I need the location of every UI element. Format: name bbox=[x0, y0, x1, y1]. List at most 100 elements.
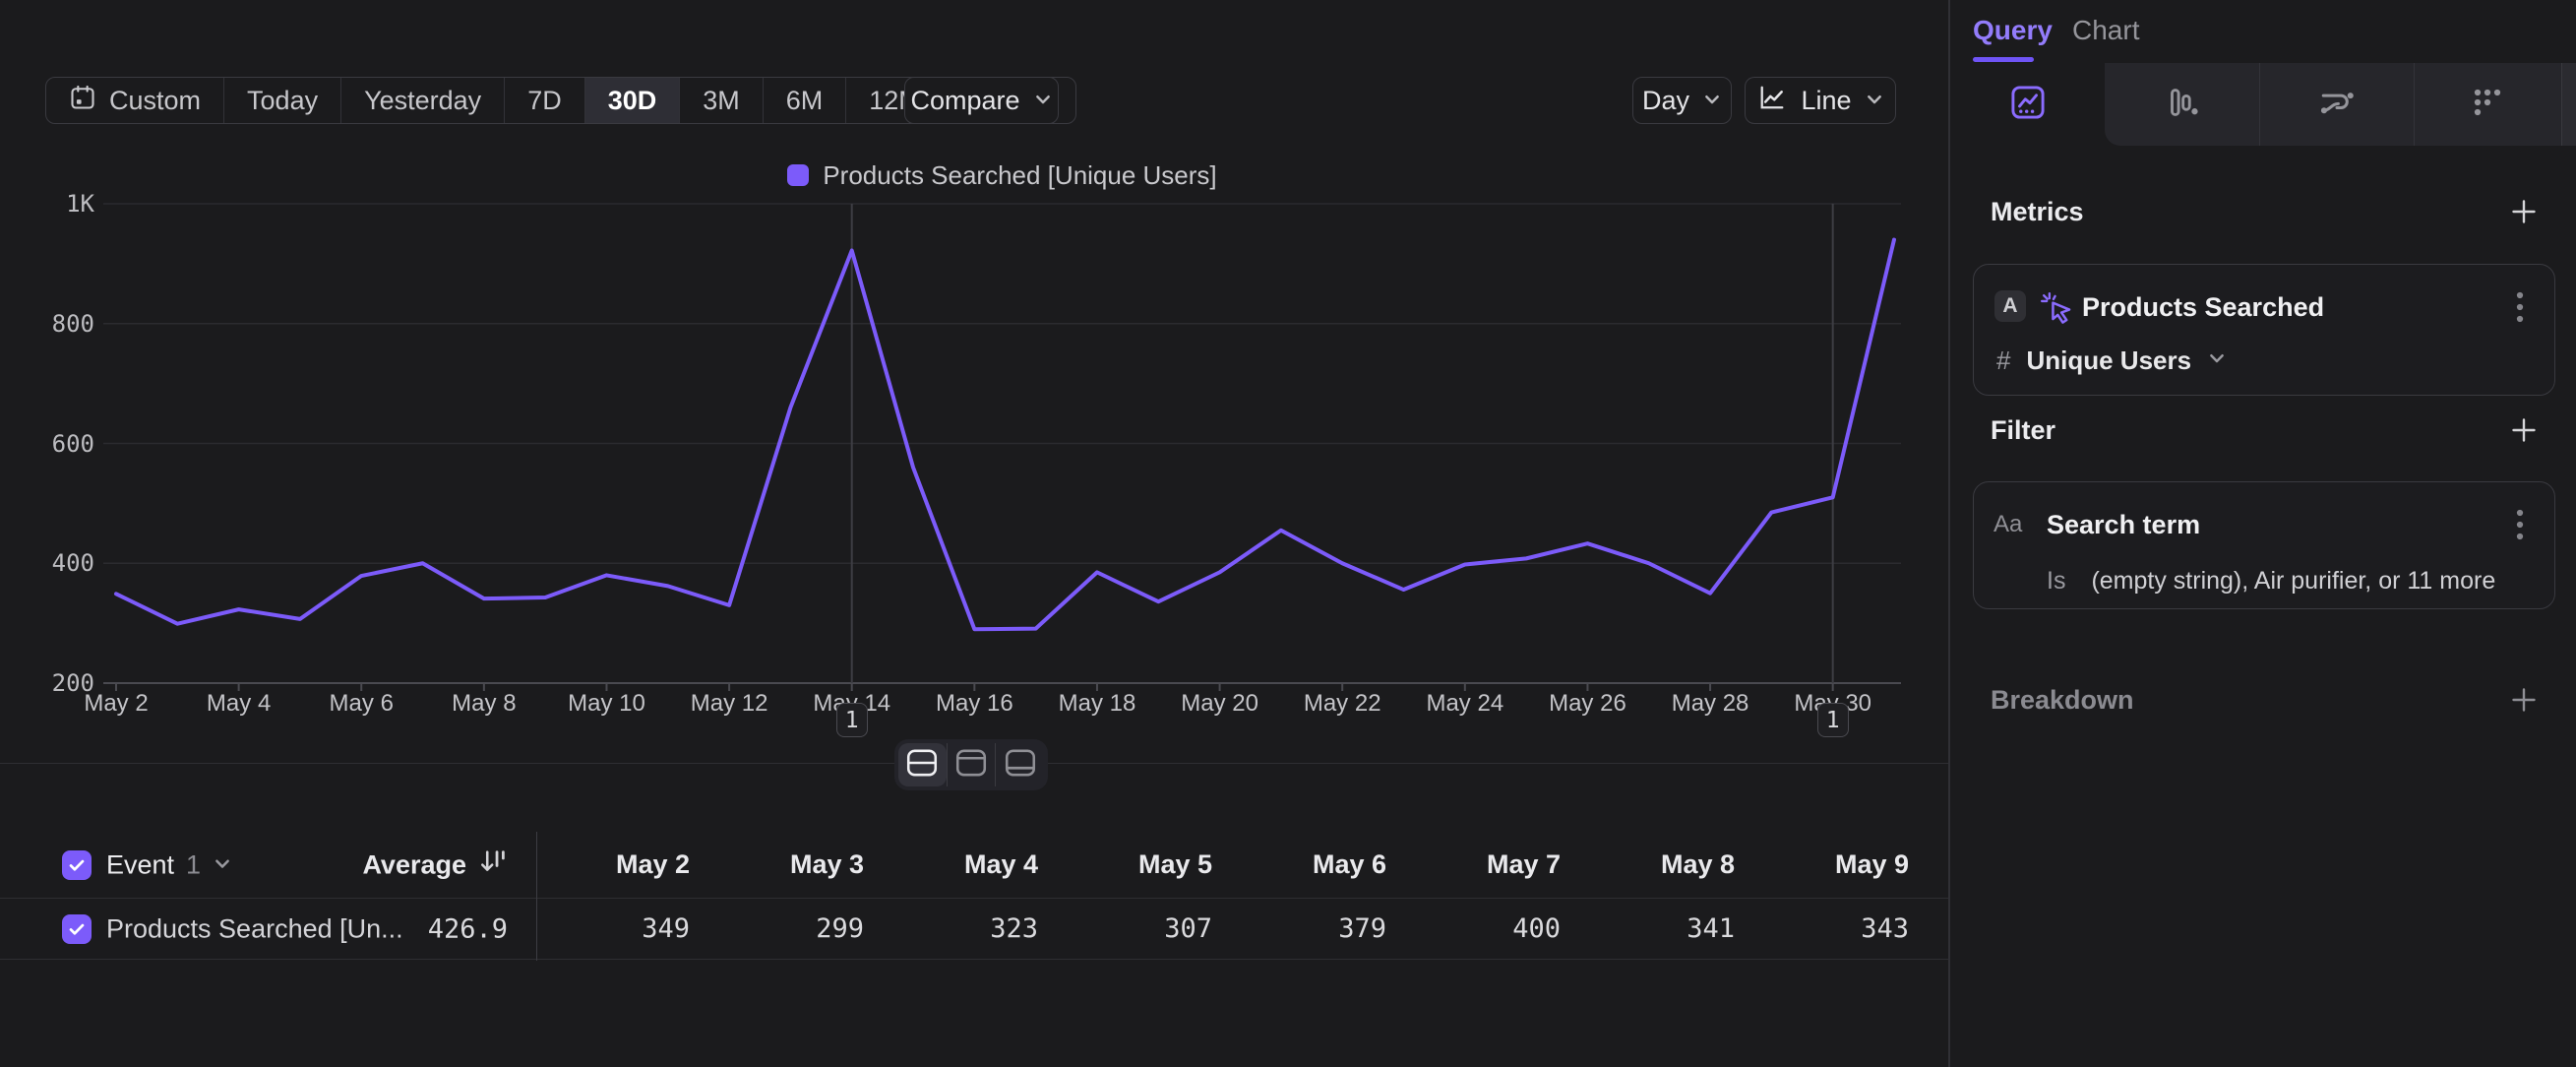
y-axis-tick-label: 400 bbox=[0, 549, 94, 577]
x-axis-tick-label: May 18 bbox=[1059, 690, 1136, 718]
range-yesterday[interactable]: Yesterday bbox=[341, 78, 505, 123]
chart-type-button[interactable]: Line bbox=[1745, 77, 1896, 124]
table-only-view-button[interactable] bbox=[995, 743, 1044, 786]
x-axis-tick-label: May 8 bbox=[452, 690, 516, 718]
kebab-menu-icon[interactable] bbox=[2505, 290, 2535, 324]
date-column-header[interactable]: May 9 bbox=[1735, 849, 1909, 880]
compare-button[interactable]: Compare bbox=[904, 77, 1059, 124]
annotation-badge[interactable]: 1 bbox=[1817, 703, 1849, 737]
date-column-header[interactable]: May 2 bbox=[516, 849, 690, 880]
annotation-badge[interactable]: 1 bbox=[836, 703, 868, 737]
select-all-checkbox[interactable] bbox=[62, 850, 92, 880]
x-axis-tick-label: May 2 bbox=[84, 690, 148, 718]
range-3m[interactable]: 3M bbox=[680, 78, 764, 123]
flows-icon bbox=[2315, 81, 2359, 129]
average-column-divider bbox=[536, 832, 537, 961]
cell-value: 400 bbox=[1386, 913, 1561, 944]
string-type-badge: Aa bbox=[1993, 511, 2022, 538]
metric-letter-badge: A bbox=[1994, 290, 2026, 322]
x-axis-tick-label: May 12 bbox=[691, 690, 768, 718]
cell-value: 379 bbox=[1212, 913, 1386, 944]
compare-label: Compare bbox=[910, 86, 1019, 116]
report-type-funnels[interactable] bbox=[2105, 63, 2259, 146]
tab-chart[interactable]: Chart bbox=[2072, 15, 2139, 46]
date-column-header[interactable]: May 3 bbox=[690, 849, 864, 880]
filter-card[interactable]: Aa Search term Is (empty string), Air pu… bbox=[1973, 481, 2555, 609]
filter-operator: Is bbox=[2047, 567, 2065, 596]
row-date-values: 349299323307379400341343 bbox=[516, 899, 1909, 959]
panel-scrollbar-gutter[interactable] bbox=[2561, 63, 2576, 146]
cell-value: 323 bbox=[864, 913, 1038, 944]
active-tab-underline bbox=[1973, 57, 2034, 62]
filter-property-name: Search term bbox=[2047, 510, 2200, 540]
date-column-header[interactable]: May 6 bbox=[1212, 849, 1386, 880]
x-axis-tick-label: May 26 bbox=[1549, 690, 1626, 718]
chevron-down-icon bbox=[213, 849, 232, 880]
aggregation-dropdown[interactable]: # Unique Users bbox=[1996, 345, 2227, 376]
y-axis-tick-label: 1K bbox=[0, 190, 94, 218]
chevron-down-icon bbox=[1702, 86, 1722, 116]
kebab-menu-icon[interactable] bbox=[2505, 508, 2535, 541]
chevron-down-icon bbox=[2207, 348, 2227, 373]
chart-legend[interactable]: Products Searched [Unique Users] bbox=[103, 160, 1901, 190]
insights-icon bbox=[2007, 82, 2049, 128]
range-custom[interactable]: Custom bbox=[46, 78, 224, 123]
retention-icon bbox=[2468, 83, 2507, 127]
average-column-header[interactable]: Average bbox=[246, 847, 508, 883]
cell-value: 341 bbox=[1561, 913, 1735, 944]
range-6m[interactable]: 6M bbox=[764, 78, 847, 123]
event-click-icon bbox=[2038, 289, 2075, 332]
x-axis-tick-label: May 28 bbox=[1672, 690, 1749, 718]
x-axis-tick-label: May 4 bbox=[207, 690, 271, 718]
table-only-view-icon bbox=[1003, 747, 1038, 784]
range-30d[interactable]: 30D bbox=[585, 78, 681, 123]
tab-query[interactable]: Query bbox=[1973, 15, 2053, 46]
x-axis-tick-label: May 24 bbox=[1426, 690, 1503, 718]
date-column-header[interactable]: May 4 bbox=[864, 849, 1038, 880]
report-type-insights[interactable] bbox=[1950, 63, 2105, 146]
x-axis-tick-label: May 20 bbox=[1181, 690, 1258, 718]
chart-only-view-button[interactable] bbox=[947, 743, 996, 786]
y-axis-tick-label: 600 bbox=[0, 430, 94, 458]
event-count: 1 bbox=[186, 849, 201, 880]
granularity-button[interactable]: Day bbox=[1632, 77, 1732, 124]
y-axis-tick-label: 200 bbox=[0, 669, 94, 697]
sort-icon bbox=[478, 847, 508, 883]
funnels-icon bbox=[2162, 82, 2203, 128]
chevron-down-icon bbox=[1033, 86, 1053, 116]
row-checkbox[interactable] bbox=[62, 914, 92, 944]
filter-values: (empty string), Air purifier, or 11 more bbox=[2091, 567, 2495, 596]
filter-heading: Filter bbox=[1991, 415, 2055, 446]
event-dropdown[interactable]: Event 1 bbox=[106, 849, 232, 880]
metrics-heading: Metrics bbox=[1991, 197, 2084, 227]
cell-value: 349 bbox=[516, 913, 690, 944]
cell-value: 299 bbox=[690, 913, 864, 944]
metric-title: Products Searched bbox=[2082, 292, 2324, 323]
report-type-switcher bbox=[1950, 63, 2576, 146]
cell-value: 307 bbox=[1038, 913, 1212, 944]
date-column-header[interactable]: May 8 bbox=[1561, 849, 1735, 880]
legend-swatch bbox=[787, 164, 809, 186]
calendar-icon bbox=[69, 84, 96, 118]
table-row[interactable]: Products Searched [Un... 426.9 349299323… bbox=[0, 899, 1948, 960]
split-view-button[interactable] bbox=[898, 743, 947, 786]
table-header-row: Event 1 Average May 2May 3May 4May 5May … bbox=[0, 832, 1948, 899]
date-column-header[interactable]: May 5 bbox=[1038, 849, 1212, 880]
add-breakdown-button[interactable] bbox=[2509, 685, 2539, 715]
report-type-flows[interactable] bbox=[2259, 63, 2414, 146]
app-window: CustomTodayYesterday7D30D3M6M12MXTD Comp… bbox=[0, 0, 2576, 1067]
add-filter-button[interactable] bbox=[2509, 415, 2539, 445]
range-7d[interactable]: 7D bbox=[505, 78, 585, 123]
chart-only-view-icon bbox=[953, 747, 989, 784]
metric-card[interactable]: A Products Searched # Unique Users bbox=[1973, 264, 2555, 396]
chart-type-label: Line bbox=[1801, 86, 1851, 116]
add-metric-button[interactable] bbox=[2509, 197, 2539, 226]
report-type-retention[interactable] bbox=[2414, 63, 2561, 146]
date-column-header[interactable]: May 7 bbox=[1386, 849, 1561, 880]
filter-condition[interactable]: Is (empty string), Air purifier, or 11 m… bbox=[2047, 567, 2495, 596]
split-view-icon bbox=[904, 747, 940, 784]
aggregation-label: Unique Users bbox=[2026, 345, 2191, 376]
report-main-area: CustomTodayYesterday7D30D3M6M12MXTD Comp… bbox=[0, 0, 1948, 1067]
row-average-value: 426.9 bbox=[246, 913, 508, 944]
range-today[interactable]: Today bbox=[224, 78, 341, 123]
